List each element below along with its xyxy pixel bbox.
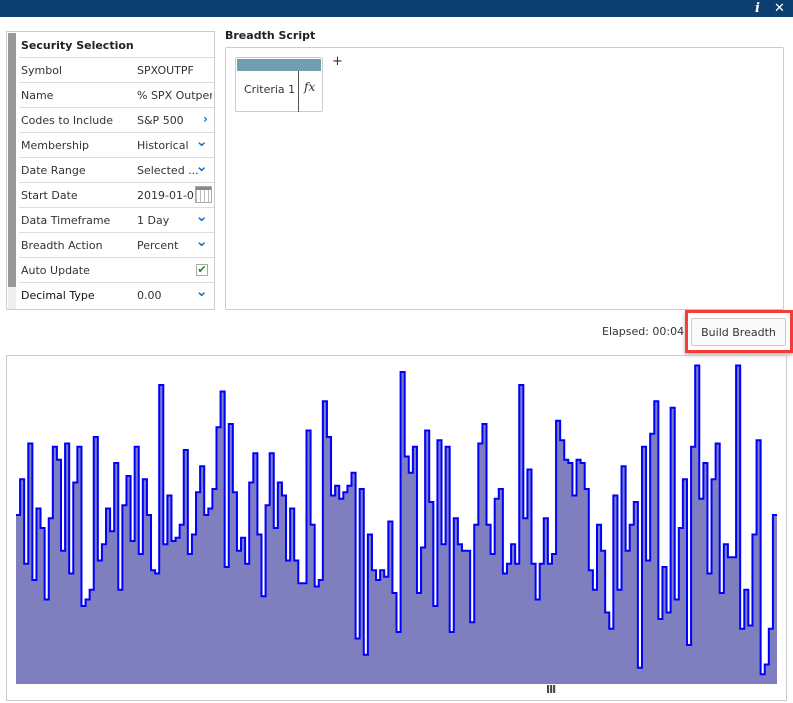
field-label: Start Date xyxy=(21,189,78,202)
field-label: Decimal Type xyxy=(21,289,95,302)
info-icon[interactable]: i xyxy=(755,0,760,17)
criteria-card[interactable]: Criteria 1 fx xyxy=(235,57,323,112)
breadth-chart xyxy=(16,364,777,684)
field-label: Auto Update xyxy=(21,264,90,277)
field-label: Date Range xyxy=(21,164,86,177)
chevron-down-icon[interactable]: ⌄ xyxy=(195,207,208,225)
field-label: Codes to Include xyxy=(21,114,113,127)
calendar-icon[interactable] xyxy=(195,186,212,203)
field-breadth-action[interactable]: Breadth Action Percent ⌄ xyxy=(19,232,214,257)
field-data-timeframe[interactable]: Data Timeframe 1 Day ⌄ xyxy=(19,207,214,232)
field-date-range[interactable]: Date Range Selected ... ⌄ xyxy=(19,157,214,182)
field-decimal-type[interactable]: Decimal Type 0.00 ⌄ xyxy=(19,282,214,307)
criteria-header xyxy=(237,59,321,71)
field-codes-to-include[interactable]: Codes to Include S&P 500 › xyxy=(19,107,214,132)
section-title: Security Selection xyxy=(21,39,134,52)
close-icon[interactable]: ✕ xyxy=(774,0,785,17)
field-label: Breadth Action xyxy=(21,239,103,252)
field-value[interactable]: S&P 500 xyxy=(137,114,212,127)
field-label: Data Timeframe xyxy=(21,214,111,227)
security-selection-panel: Security Selection Symbol SPXOUTPF Name %… xyxy=(6,31,215,310)
scrollbar-track xyxy=(8,287,16,309)
criteria-label: Criteria 1 xyxy=(244,83,296,96)
breadth-chart-panel xyxy=(6,355,787,701)
auto-update-checkbox[interactable]: ✔ xyxy=(196,264,208,276)
fx-icon[interactable]: fx xyxy=(304,80,315,94)
chevron-down-icon[interactable]: ⌄ xyxy=(195,157,208,175)
panel-scrollbar[interactable] xyxy=(8,33,16,287)
chart-scroll-handle[interactable]: III xyxy=(546,683,556,696)
breadth-script-area: Criteria 1 fx + xyxy=(225,47,784,310)
title-bar: i ✕ xyxy=(0,0,793,17)
chevron-down-icon[interactable]: ⌄ xyxy=(195,232,208,250)
divider xyxy=(298,71,299,112)
elapsed-time: Elapsed: 00:04 xyxy=(602,325,685,338)
field-symbol: Symbol SPXOUTPF xyxy=(19,57,214,82)
field-label: Symbol xyxy=(21,64,62,77)
build-breadth-button[interactable]: Build Breadth xyxy=(691,318,786,346)
breadth-script-title: Breadth Script xyxy=(225,29,316,42)
field-membership[interactable]: Membership Historical ⌄ xyxy=(19,132,214,157)
field-auto-update[interactable]: Auto Update ✔ xyxy=(19,257,214,282)
field-name: Name % SPX Outperf xyxy=(19,82,214,107)
chevron-right-icon[interactable]: › xyxy=(203,112,208,126)
field-label: Membership xyxy=(21,139,89,152)
chevron-down-icon[interactable]: ⌄ xyxy=(195,282,208,300)
field-value: % SPX Outperf xyxy=(137,89,212,102)
add-criteria-button[interactable]: + xyxy=(332,54,343,69)
field-value: SPXOUTPF xyxy=(137,64,194,77)
chevron-down-icon[interactable]: ⌄ xyxy=(195,132,208,150)
field-start-date[interactable]: Start Date 2019-01-01 xyxy=(19,182,214,207)
field-label: Name xyxy=(21,89,54,102)
